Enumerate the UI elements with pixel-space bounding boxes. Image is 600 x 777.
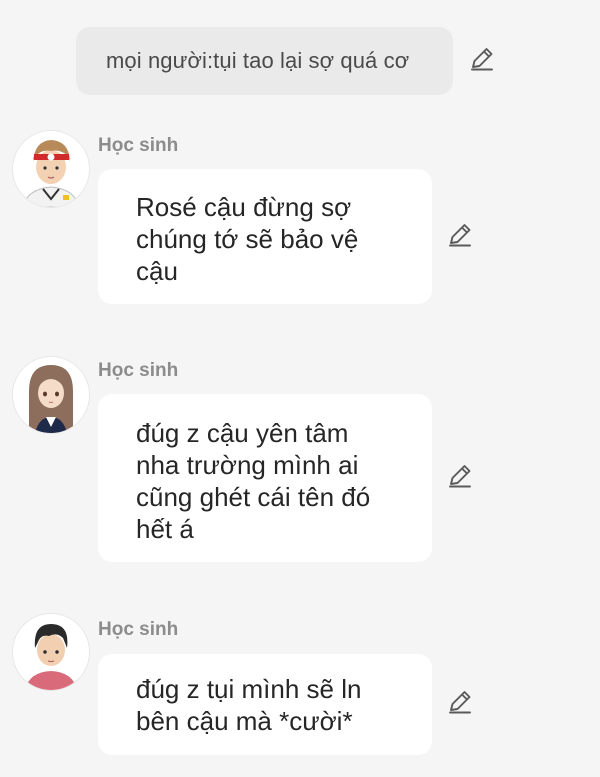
- avatar-girl-long-hair[interactable]: [13, 357, 89, 433]
- edit-narration-button[interactable]: [466, 45, 498, 77]
- pencil-edit-icon: [446, 462, 474, 495]
- narration-bubble[interactable]: mọi người:tụi tao lại sợ quá cơ: [76, 27, 453, 95]
- avatar-boy-red-headband[interactable]: [13, 131, 89, 207]
- sender-name: Học sinh: [98, 135, 179, 156]
- boy-red-headband-avatar-icon: [13, 131, 89, 207]
- pencil-edit-icon: [468, 45, 496, 78]
- sender-name: Học sinh: [98, 619, 179, 640]
- message-line: nha trường mình ai: [136, 450, 359, 480]
- message-line: cũng ghét cái tên đó: [136, 482, 371, 512]
- edit-message-button[interactable]: [444, 462, 476, 494]
- message-line: đúg z cậu yên tâm: [136, 418, 349, 448]
- message-text: đúg z cậu yên tâm nha trường mình ai cũn…: [136, 417, 406, 545]
- sender-name: Học sinh: [98, 360, 179, 381]
- pencil-edit-icon: [446, 688, 474, 721]
- message-bubble[interactable]: Rosé cậu đừng sợ chúng tớ sẽ bảo vệ cậu: [98, 169, 432, 304]
- message-text: đúg z tụi mình sẽ ln bên cậu mà *cười*: [136, 673, 406, 737]
- pencil-edit-icon: [446, 221, 474, 254]
- edit-message-button[interactable]: [444, 688, 476, 720]
- message-line: bên cậu mà *cười*: [136, 706, 353, 736]
- message-line: Rosé cậu đừng sợ: [136, 192, 352, 222]
- message-line: hết á: [136, 514, 194, 544]
- avatar-boy-dark-hair[interactable]: [13, 614, 89, 690]
- edit-message-button[interactable]: [444, 221, 476, 253]
- narration-text: mọi người:tụi tao lại sợ quá cơ: [106, 48, 410, 73]
- girl-long-brown-hair-avatar-icon: [13, 357, 89, 433]
- message-line: chúng tớ sẽ bảo vệ: [136, 224, 359, 254]
- message-bubble[interactable]: đúg z cậu yên tâm nha trường mình ai cũn…: [98, 394, 432, 562]
- chat-screen: mọi người:tụi tao lại sợ quá cơ Học sinh…: [0, 0, 600, 777]
- boy-dark-hair-avatar-icon: [13, 614, 89, 690]
- message-line: đúg z tụi mình sẽ ln: [136, 674, 362, 704]
- message-bubble[interactable]: đúg z tụi mình sẽ ln bên cậu mà *cười*: [98, 654, 432, 755]
- message-line: cậu: [136, 256, 178, 286]
- message-text: Rosé cậu đừng sợ chúng tớ sẽ bảo vệ cậu: [136, 191, 406, 287]
